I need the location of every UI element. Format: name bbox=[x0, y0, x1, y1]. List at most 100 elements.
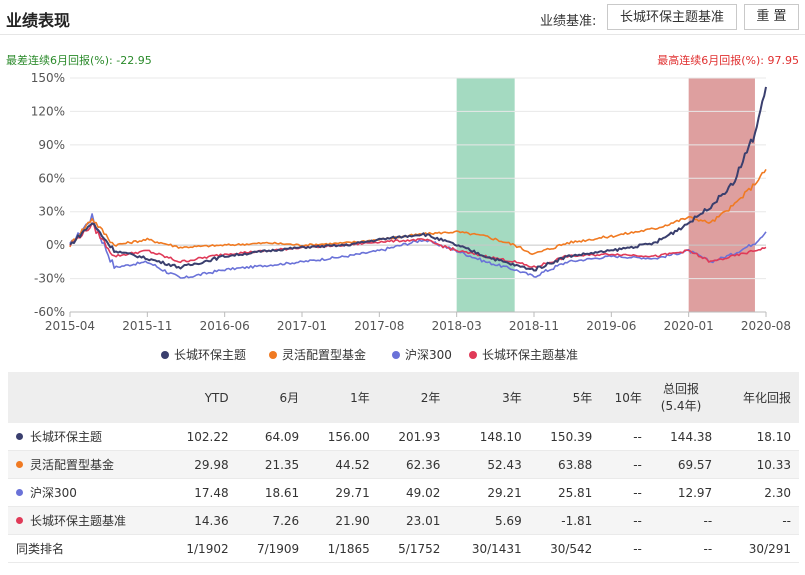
chart-legend: 长城环保主题 灵活配置型基金 沪深300 长城环保主题基准 bbox=[0, 346, 805, 364]
table-cell: 30/542 bbox=[529, 534, 601, 563]
benchmark-select[interactable]: 长城环保主题基准 bbox=[607, 4, 737, 30]
table-row: 长城环保主题基准 14.36 7.26 21.90 23.01 5.69 -1.81 -- --… bbox=[8, 506, 799, 535]
legend-item-flex[interactable]: 灵活配置型基金 bbox=[269, 346, 366, 363]
table-cell: 201.93 bbox=[377, 423, 449, 451]
row-name-cell: 长城环保主题 bbox=[8, 423, 166, 451]
table-row: 长城环保主题 102.22 64.09 156.00 201.93 148.10 150.3… bbox=[8, 423, 799, 451]
table-cell: 44.52 bbox=[307, 450, 378, 479]
series-dot-icon bbox=[16, 517, 23, 524]
performance-table: YTD 6月 1年 2年 3年 5年 10年 总回报 (5.4年) 年化回报 长… bbox=[8, 372, 799, 563]
header-ytd: YTD bbox=[166, 372, 237, 423]
y-tick-label: -60% bbox=[34, 305, 65, 319]
row-name-label: 同类排名 bbox=[16, 542, 65, 556]
table-cell: 7.26 bbox=[236, 506, 308, 535]
row-name-label: 长城环保主题 bbox=[30, 430, 103, 444]
section-header: 业绩表现 业绩基准: 长城环保主题基准 重 置 bbox=[0, 0, 805, 35]
row-name-cell: 沪深300 bbox=[8, 478, 166, 507]
x-tick-label: 2019-06 bbox=[586, 319, 636, 333]
table-cell: 52.43 bbox=[448, 450, 530, 479]
header-total-return-period: (5.4年) bbox=[660, 398, 702, 413]
series-dot-icon bbox=[16, 489, 23, 496]
legend-dot-icon bbox=[392, 350, 400, 359]
table-cell: 2.30 bbox=[720, 478, 799, 507]
table-cell: 30/1431 bbox=[448, 534, 530, 563]
table-cell: 62.36 bbox=[377, 450, 449, 479]
table-cell: 18.10 bbox=[720, 423, 799, 451]
y-tick-label: 90% bbox=[38, 138, 65, 152]
header-total-return: 总回报 (5.4年) bbox=[649, 372, 721, 423]
table-cell: 14.36 bbox=[166, 506, 237, 535]
table-cell: 49.02 bbox=[377, 478, 449, 507]
x-tick-label: 2016-06 bbox=[200, 319, 250, 333]
header-2y: 2年 bbox=[377, 372, 449, 423]
table-cell: 30/291 bbox=[720, 534, 799, 563]
header-annualized: 年化回报 bbox=[720, 372, 799, 423]
header-3y: 3年 bbox=[448, 372, 530, 423]
x-tick-label: 2017-08 bbox=[354, 319, 404, 333]
table-cell: -- bbox=[600, 478, 650, 507]
series-dot-icon bbox=[16, 461, 23, 468]
table-cell: 12.97 bbox=[649, 478, 721, 507]
table-cell: 25.81 bbox=[529, 478, 601, 507]
legend-label: 长城环保主题基准 bbox=[482, 348, 579, 362]
table-cell: -- bbox=[600, 450, 650, 479]
table-cell: 18.61 bbox=[236, 478, 308, 507]
table-cell: 10.33 bbox=[720, 450, 799, 479]
y-tick-label: 150% bbox=[31, 71, 65, 85]
table-cell: 21.35 bbox=[236, 450, 308, 479]
header-cell-name bbox=[8, 372, 166, 423]
table-cell: 29.98 bbox=[166, 450, 237, 479]
table-cell: 1/1902 bbox=[166, 534, 237, 563]
row-name-cell: 同类排名 bbox=[8, 534, 166, 563]
table-cell: 29.21 bbox=[448, 478, 530, 507]
table-cell: -- bbox=[649, 534, 721, 563]
y-tick-label: 120% bbox=[31, 104, 65, 118]
row-name-label: 长城环保主题基准 bbox=[30, 514, 127, 528]
table-cell: 7/1909 bbox=[236, 534, 308, 563]
legend-label: 沪深300 bbox=[405, 348, 452, 362]
y-tick-label: -30% bbox=[34, 272, 65, 286]
table-cell: 69.57 bbox=[649, 450, 721, 479]
series-dot-icon bbox=[16, 433, 23, 440]
legend-label: 长城环保主题 bbox=[174, 348, 247, 362]
table-cell: -1.81 bbox=[529, 506, 601, 535]
header-5y: 5年 bbox=[529, 372, 601, 423]
table-cell: 148.10 bbox=[448, 423, 530, 451]
table-cell: 64.09 bbox=[236, 423, 308, 451]
benchmark-label: 业绩基准: bbox=[540, 14, 597, 29]
row-name-label: 灵活配置型基金 bbox=[30, 458, 115, 472]
y-tick-label: 30% bbox=[38, 205, 65, 219]
table-cell: 156.00 bbox=[307, 423, 378, 451]
performance-chart[interactable]: 150% 120% 90% 60% 30% 0% -30% -60%2015-04 2015-1… bbox=[0, 66, 805, 336]
x-tick-label: 2015-04 bbox=[45, 319, 95, 333]
legend-item-fund[interactable]: 长城环保主题 bbox=[161, 346, 246, 363]
section-title: 业绩表现 bbox=[6, 11, 71, 30]
table-cell: -- bbox=[649, 506, 721, 535]
row-name-cell: 灵活配置型基金 bbox=[8, 450, 166, 479]
table-row: 沪深300 17.48 18.61 29.71 49.02 29.21 25.81 -- 12.… bbox=[8, 478, 799, 507]
table-cell: 102.22 bbox=[166, 423, 237, 451]
table-cell: -- bbox=[720, 506, 799, 535]
row-name-label: 沪深300 bbox=[30, 486, 77, 500]
legend-item-bench[interactable]: 长城环保主题基准 bbox=[469, 346, 578, 363]
x-tick-label: 2018-11 bbox=[509, 319, 559, 333]
table-cell: 17.48 bbox=[166, 478, 237, 507]
table-cell: 29.71 bbox=[307, 478, 378, 507]
table-cell: -- bbox=[600, 506, 650, 535]
table-cell: 21.90 bbox=[307, 506, 378, 535]
x-tick-label: 2020-01 bbox=[664, 319, 714, 333]
table-cell: -- bbox=[600, 534, 650, 563]
header-1y: 1年 bbox=[307, 372, 378, 423]
header-10y: 10年 bbox=[600, 372, 650, 423]
legend-dot-icon bbox=[269, 350, 277, 359]
legend-dot-icon bbox=[161, 350, 169, 359]
y-tick-label: 60% bbox=[38, 171, 65, 185]
legend-label: 灵活配置型基金 bbox=[282, 348, 367, 362]
table-cell: 5/1752 bbox=[377, 534, 449, 563]
table-cell: 5.69 bbox=[448, 506, 530, 535]
reset-button[interactable]: 重 置 bbox=[744, 4, 799, 30]
legend-item-hs300[interactable]: 沪深300 bbox=[392, 346, 452, 363]
table-cell: 63.88 bbox=[529, 450, 601, 479]
x-tick-label: 2020-08 bbox=[741, 319, 791, 333]
table-header-row: YTD 6月 1年 2年 3年 5年 10年 总回报 (5.4年) 年化回报 bbox=[8, 372, 799, 423]
